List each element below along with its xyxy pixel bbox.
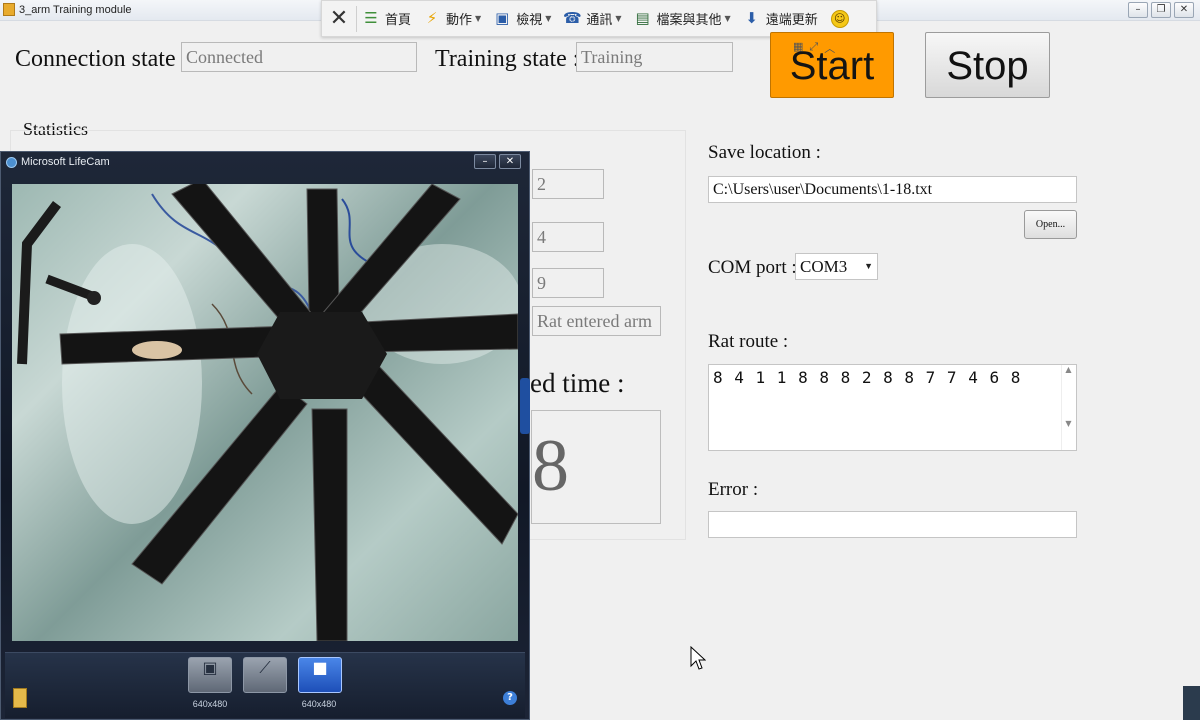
chevron-up-icon[interactable]: ︿ — [824, 40, 835, 56]
save-location-field[interactable]: C:\Users\user\Documents\1-18.txt — [708, 176, 1077, 203]
webcam-side-handle[interactable] — [520, 378, 530, 434]
help-icon[interactable]: ? — [503, 691, 517, 705]
video-resolution: 640x480 — [301, 699, 337, 709]
toolbar-update-label: 遠端更新 — [765, 13, 818, 28]
route-scrollbar[interactable]: ▲ ▼ — [1061, 365, 1076, 450]
webcam-control-bar: ▣ 640x480 ⟋ ■ 640x480 ? — [5, 652, 525, 718]
window-title: 3_arm Training module — [19, 4, 132, 16]
connection-state-field: Connected — [181, 42, 417, 72]
lightning-icon: ⚡ — [426, 8, 438, 27]
wand-icon: ⟋ — [259, 658, 271, 677]
radial-maze-image — [17, 184, 518, 641]
stop-button[interactable]: Stop — [925, 32, 1050, 98]
com-port-select[interactable]: COM3 ▼ — [795, 253, 878, 280]
training-state-field: Training — [576, 42, 733, 72]
connection-state-label: Connection state : — [15, 46, 189, 72]
download-icon: ⬇ — [745, 8, 758, 27]
photo-resolution: 640x480 — [192, 699, 228, 709]
record-button[interactable]: ■ — [298, 657, 342, 693]
lifecam-icon — [6, 157, 17, 168]
folder-icon[interactable] — [13, 688, 27, 708]
webcam-title: Microsoft LifeCam — [21, 156, 110, 168]
toolbar-actions[interactable]: ⚡ 動作 ▼ — [422, 9, 481, 29]
overlay-controls: ▦ ⤢ ︿ — [793, 40, 843, 56]
error-label: Error : — [708, 479, 759, 500]
toolbar-view[interactable]: ▣ 檢視 ▼ — [492, 9, 551, 29]
toolbar-home-label: 首頁 — [385, 13, 412, 28]
stat-value-2: 4 — [532, 222, 604, 252]
stop-square-icon: ■ — [312, 658, 328, 677]
smiley-icon[interactable]: ☺ — [830, 9, 849, 28]
taskbar-corner — [1183, 686, 1200, 720]
stat-value-3: 9 — [532, 268, 604, 298]
rat-route-value: 8 4 1 1 8 8 8 2 8 8 7 7 4 6 8 — [713, 368, 1022, 387]
toolbar-divider — [356, 5, 357, 32]
webcam-close-button[interactable]: ✕ — [499, 154, 521, 169]
home-circle-icon: ☰ — [364, 8, 378, 27]
close-window-button[interactable]: ✕ — [1174, 2, 1194, 18]
last-event-field: Rat entered arm — [532, 306, 661, 336]
error-field[interactable] — [708, 511, 1077, 538]
webcam-window[interactable]: Microsoft LifeCam – ✕ ▣ 640x480 ⟋ ■ 640x… — [0, 151, 530, 720]
toolbar-close-button[interactable]: ✕ — [326, 6, 352, 32]
chevron-down-icon: ▼ — [615, 14, 622, 23]
window-controls: – ❐ ✕ — [1128, 2, 1194, 18]
restore-button[interactable]: ❐ — [1151, 2, 1171, 18]
chevron-down-icon: ▼ — [545, 14, 552, 23]
com-port-value: COM3 — [800, 257, 848, 276]
stat-value-1: 2 — [532, 169, 604, 199]
rat-route-textbox[interactable]: 8 4 1 1 8 8 8 2 8 8 7 7 4 6 8 ▲ ▼ — [708, 364, 1077, 451]
monitor-icon: ▣ — [495, 8, 510, 27]
file-icon: ▤ — [635, 8, 650, 27]
chevron-down-icon: ▼ — [724, 14, 731, 23]
elapsed-time-label: ed time : — [530, 368, 625, 398]
phone-icon: ☎ — [563, 8, 582, 27]
effects-button[interactable]: ⟋ — [243, 657, 287, 693]
webcam-video-feed — [12, 184, 518, 641]
toolbar-files-label: 檔案與其他 — [656, 13, 722, 28]
grid-icon[interactable]: ▦ — [793, 40, 803, 56]
minimize-button[interactable]: – — [1128, 2, 1148, 18]
expand-icon[interactable]: ⤢ — [809, 40, 818, 56]
webcam-title-bar[interactable]: Microsoft LifeCam – ✕ — [1, 152, 529, 174]
save-location-label: Save location : — [708, 142, 821, 163]
toolbar-home[interactable]: ☰ 首頁 — [361, 9, 411, 29]
chevron-down-icon: ▼ — [864, 261, 873, 271]
toolbar-files[interactable]: ▤ 檔案與其他 ▼ — [633, 8, 731, 29]
mouse-cursor-icon — [690, 646, 706, 670]
toolbar-update[interactable]: ⬇ 遠端更新 — [742, 8, 818, 29]
photo-button[interactable]: ▣ — [188, 657, 232, 693]
toolbar-view-label: 檢視 — [516, 13, 543, 28]
com-port-label: COM port : — [708, 257, 797, 278]
app-icon — [3, 3, 15, 16]
toolbar-actions-label: 動作 — [446, 13, 473, 28]
rat-route-label: Rat route : — [708, 331, 789, 352]
open-file-button[interactable]: Open... — [1024, 210, 1077, 239]
training-state-label: Training state : — [435, 46, 580, 72]
elapsed-time-display: 8 — [531, 410, 661, 524]
camera-icon: ▣ — [202, 658, 218, 677]
toolbar-comm-label: 通訊 — [586, 13, 613, 28]
toolbar-comm[interactable]: ☎ 通訊 ▼ — [562, 8, 622, 29]
chevron-down-icon: ▼ — [475, 14, 482, 23]
webcam-minimize-button[interactable]: – — [474, 154, 496, 169]
